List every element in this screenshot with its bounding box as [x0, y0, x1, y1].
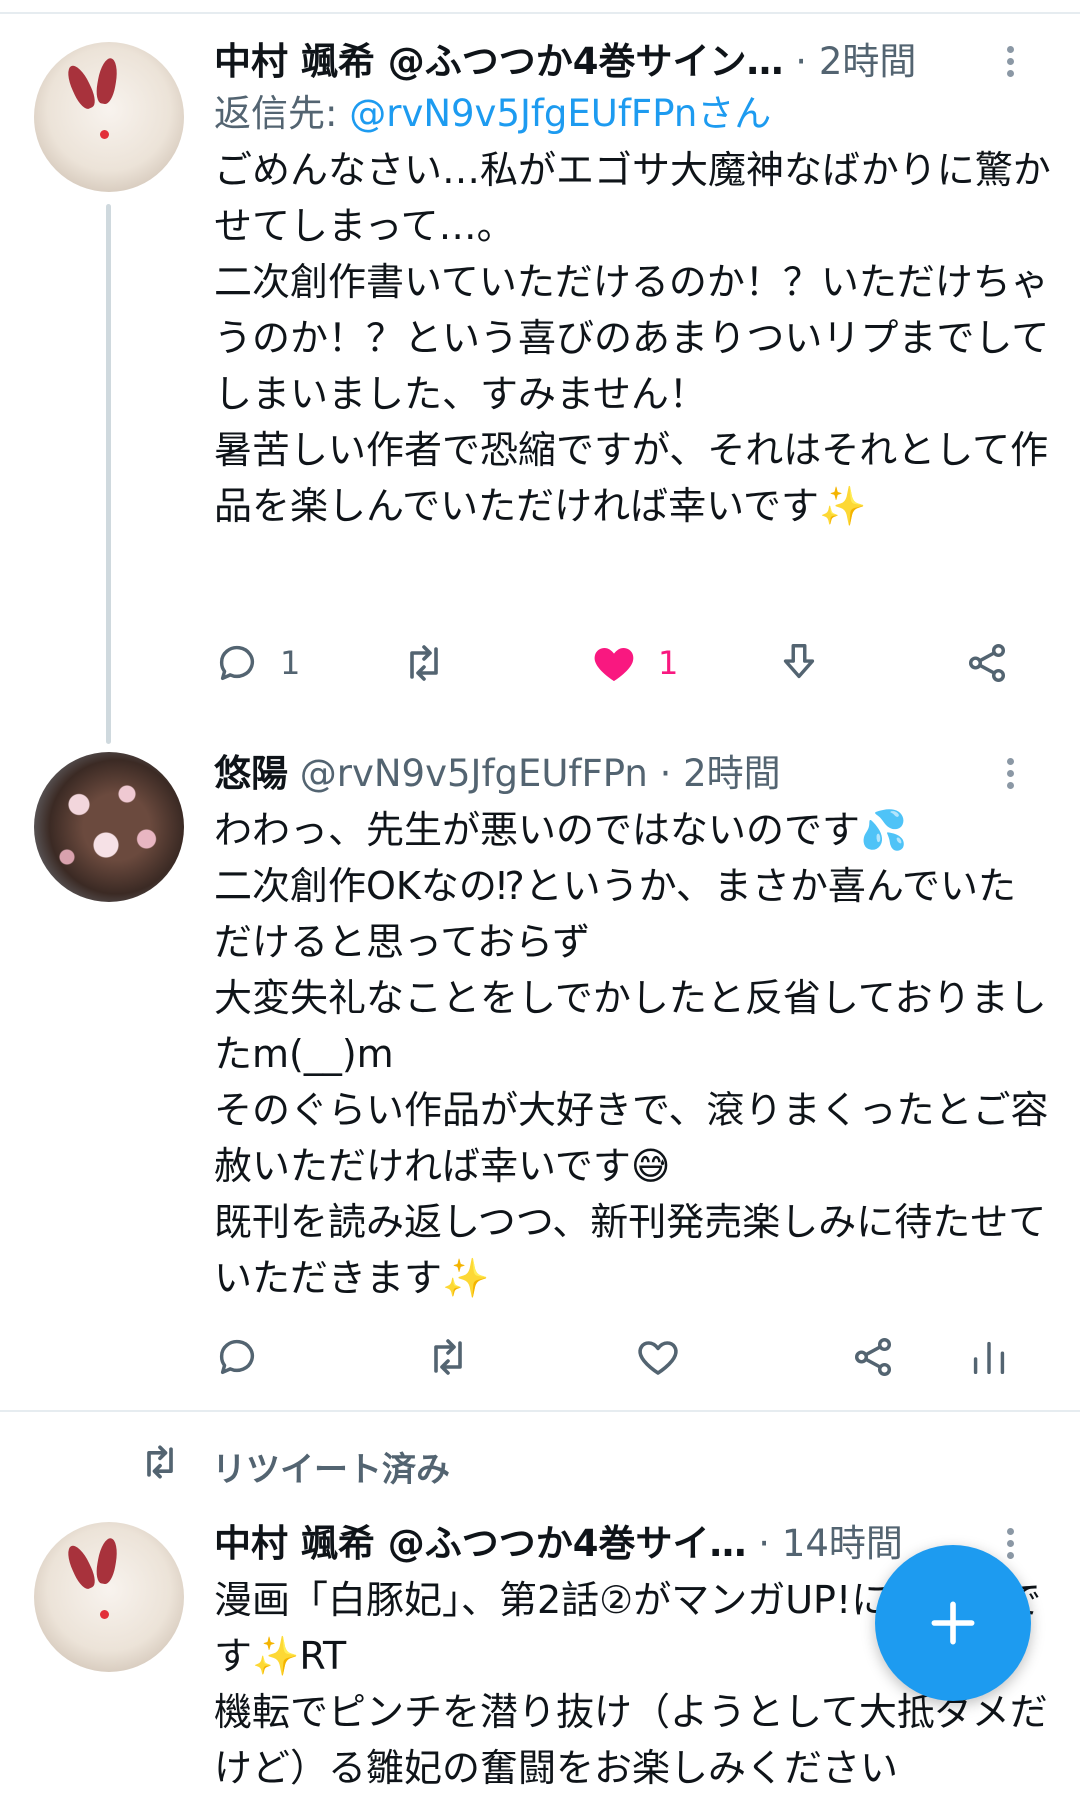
- retweet-icon: [138, 1440, 182, 1493]
- tweet-1[interactable]: 中村 颯希 @ふつつか4巻サイン… · 2時間 返信先: @rvN9v5JfgE…: [0, 0, 1080, 682]
- separator: ·: [659, 752, 672, 795]
- retweet-label: リツイート済み: [212, 1449, 450, 1490]
- retweet-button[interactable]: [400, 638, 448, 688]
- author-name[interactable]: 悠陽: [214, 752, 288, 795]
- author-handle[interactable]: @rvN9v5JfgEUfFPn: [300, 752, 648, 795]
- more-icon[interactable]: [1002, 1528, 1018, 1564]
- reply-mention-link[interactable]: @rvN9v5JfgEUfFPnさん: [349, 92, 771, 135]
- share-button[interactable]: [850, 1332, 896, 1382]
- reply-icon: [214, 1334, 260, 1380]
- heart-icon: [634, 1333, 682, 1381]
- author-name[interactable]: 中村 颯希 @ふつつか4巻サイ…: [214, 1522, 747, 1565]
- heart-icon: [590, 639, 638, 687]
- tweet-2[interactable]: 悠陽 @rvN9v5JfgEUfFPn · 2時間 わわっ、先生が悪いのではない…: [0, 740, 1080, 1390]
- reply-count: 1: [280, 644, 301, 682]
- like-button[interactable]: [634, 1332, 682, 1382]
- tweet-header: 中村 颯希 @ふつつか4巻サイン… · 2時間: [214, 36, 916, 88]
- retweet-context: リツイート済み: [138, 1440, 450, 1492]
- tweet-text: わわっ、先生が悪いのではないのです💦 二次創作OKなの⁉というか、まさか喜んでい…: [214, 808, 1049, 1300]
- retweet-icon: [400, 639, 448, 687]
- more-icon[interactable]: [1002, 758, 1018, 794]
- timestamp[interactable]: 2時間: [819, 40, 917, 83]
- separator: ·: [758, 1522, 771, 1565]
- analytics-icon: [966, 1334, 1012, 1380]
- share-button[interactable]: [964, 638, 1010, 688]
- analytics-button[interactable]: [966, 1332, 1012, 1382]
- reply-icon: [214, 640, 260, 686]
- download-button[interactable]: [776, 638, 822, 688]
- avatar[interactable]: [34, 752, 184, 902]
- tweet-header: 中村 颯希 @ふつつか4巻サイ… · 14時間: [214, 1518, 903, 1570]
- separator: ·: [795, 40, 808, 83]
- avatar[interactable]: [34, 1522, 184, 1672]
- timestamp[interactable]: 2時間: [683, 752, 781, 795]
- like-button[interactable]: 1: [590, 638, 678, 688]
- tweet-text: ごめんなさい…私がエゴサ大魔神なばかりに驚かせてしまって…。 二次創作書いていた…: [214, 148, 1051, 528]
- reply-button[interactable]: 1: [214, 638, 300, 688]
- retweet-icon: [424, 1333, 472, 1381]
- tweet-divider: [0, 1410, 1080, 1412]
- like-count: 1: [658, 644, 679, 682]
- reply-button[interactable]: [214, 1332, 260, 1382]
- share-icon: [964, 640, 1010, 686]
- retweet-button[interactable]: [424, 1332, 472, 1382]
- reply-context: 返信先: @rvN9v5JfgEUfFPnさん: [214, 88, 771, 140]
- author-name[interactable]: 中村 颯希 @ふつつか4巻サイン…: [214, 40, 784, 83]
- tweet-header: 悠陽 @rvN9v5JfgEUfFPn · 2時間: [214, 748, 781, 800]
- compose-tweet-button[interactable]: [875, 1545, 1031, 1701]
- avatar[interactable]: [34, 42, 184, 192]
- timestamp[interactable]: 14時間: [782, 1522, 903, 1565]
- download-icon: [776, 640, 822, 686]
- share-icon: [850, 1334, 896, 1380]
- more-icon[interactable]: [1002, 46, 1018, 82]
- reply-prefix: 返信先:: [214, 92, 350, 135]
